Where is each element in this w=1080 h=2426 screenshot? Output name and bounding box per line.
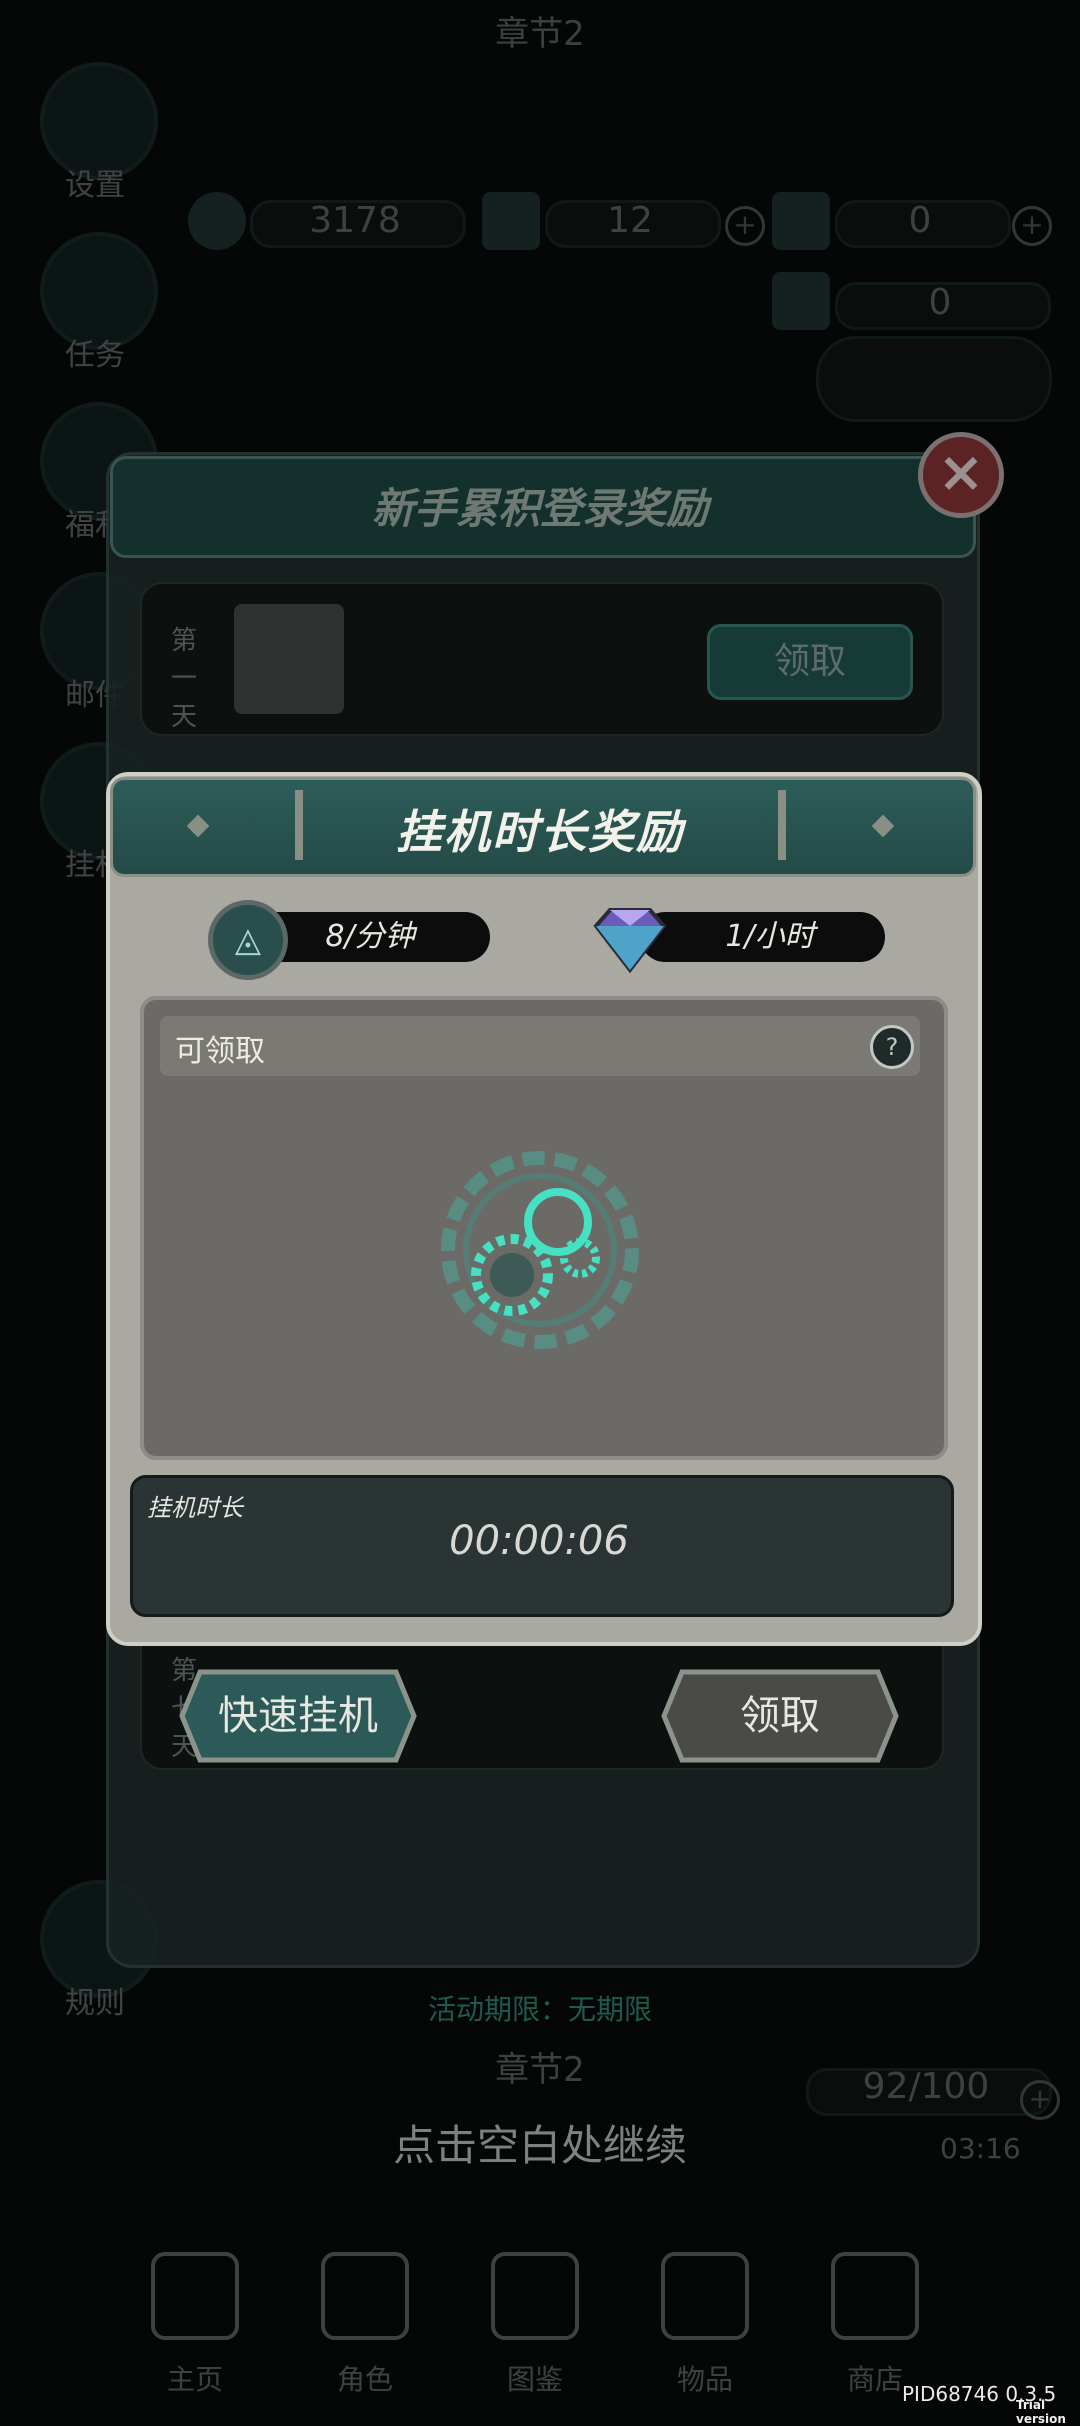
diamond-icon [593,908,667,974]
login-claim-button[interactable]: 领取 [707,624,913,700]
book-icon [491,2252,579,2340]
login-reward-title: 新手累积登录奖励 [371,484,708,533]
claim-button[interactable]: 领取 [660,1668,900,1764]
login-row-day1: 第一天 领取 [140,582,944,736]
coin-rate: 8/分钟 [325,919,415,954]
ticket-plus-button[interactable]: + [725,206,765,246]
shop-icon [831,2252,919,2340]
available-bar [160,1016,920,1076]
help-icon[interactable]: ? [870,1025,914,1069]
bag-icon [661,2252,749,2340]
nav-shop[interactable]: 商店 [810,2236,940,2406]
nav-items-label: 物品 [676,2363,733,2396]
nav-characters-label: 角色 [336,2363,393,2396]
characters-icon [321,2252,409,2340]
coin-icon [188,192,246,250]
ticket-value: 12 [607,200,653,241]
available-label: 可领取 [175,1034,265,1069]
home-icon [151,2252,239,2340]
trial-version-text: Trial version [1016,2398,1066,2426]
coin-icon: ◬ [208,900,288,980]
tasks-label: 任务 [65,338,125,373]
nav-home[interactable]: 主页 [130,2236,260,2406]
ticket-icon [482,192,540,250]
idle-reward-title: 挂机时长奖励 [396,805,684,859]
card-value: 0 [908,200,932,241]
nav-book-label: 图鉴 [506,2363,563,2396]
event-period-text: 活动期限：无期限 [427,1993,652,2026]
nav-items[interactable]: 物品 [640,2236,770,2406]
chapter-title-top: 章节2 [495,14,585,54]
bottom-nav: 主页 角色 图鉴 物品 商店 [110,2236,970,2406]
diamond-icon [772,272,830,330]
chapter-title-bottom: 章节2 [495,2050,585,2090]
character-portrait [234,604,344,714]
coin-value: 3178 [309,200,401,241]
nav-home-label: 主页 [166,2363,223,2396]
nav-book[interactable]: 图鉴 [470,2236,600,2406]
card-icon [772,192,830,250]
day-label: 第一天 [170,626,197,732]
claim-label: 领取 [740,1693,820,1739]
close-button[interactable]: × [918,432,1004,518]
event-banner[interactable] [816,336,1052,422]
card-plus-button[interactable]: + [1012,206,1052,246]
gem-rate: 1/小时 [725,919,815,954]
idle-duration-value: 00:00:06 [449,1518,629,1564]
quick-idle-button[interactable]: 快速挂机 [178,1668,418,1764]
quick-idle-label: 快速挂机 [218,1693,378,1739]
settings-label: 设置 [65,168,125,203]
nav-characters[interactable]: 角色 [300,2236,430,2406]
tap-to-continue-hint: 点击空白处继续 [392,2121,687,2170]
loading-gear-icon [441,1151,639,1349]
diamond-value: 0 [928,282,952,323]
